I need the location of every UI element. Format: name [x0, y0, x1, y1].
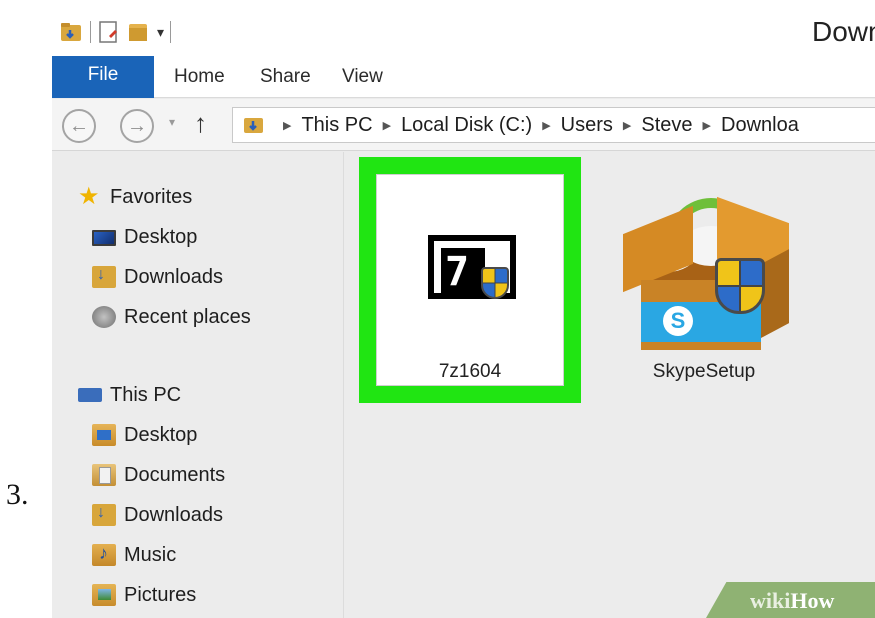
address-bar[interactable]: ▶ This PC ▶ Local Disk (C:) ▶ Users ▶ St… — [232, 107, 875, 143]
sidebar-item-pc-desktop[interactable]: Desktop — [92, 420, 197, 450]
downloads-folder-icon — [244, 118, 263, 133]
wikihow-logo: wikiHow — [750, 588, 834, 614]
7zip-logo-glyph: 7 — [441, 248, 485, 296]
pictures-folder-icon — [92, 584, 116, 606]
breadcrumb-steve[interactable]: Steve — [641, 114, 692, 137]
computer-icon — [78, 388, 102, 402]
forward-arrow-icon: → — [127, 114, 147, 137]
tab-share[interactable]: Share — [260, 56, 311, 98]
box-side-panel — [761, 249, 789, 338]
breadcrumb-users[interactable]: Users — [561, 114, 613, 137]
folder-icon[interactable] — [60, 21, 84, 43]
desktop-icon — [92, 230, 116, 246]
breadcrumb-chevron-icon: ▶ — [542, 119, 551, 132]
breadcrumb: ▶ This PC ▶ Local Disk (C:) ▶ Users ▶ St… — [243, 108, 799, 142]
recent-locations-chevron-icon[interactable]: ▾ — [169, 115, 175, 129]
file-explorer-window: ▾ Down File Home Share View ← → ▾ ↑ ▶ T — [52, 8, 875, 618]
watermark-how: How — [790, 588, 835, 613]
documents-folder-icon — [92, 464, 116, 486]
sidebar-item-favorites[interactable]: ★ Favorites — [78, 182, 192, 212]
title-bar: ▾ Down — [52, 8, 875, 56]
tab-file[interactable]: File — [52, 56, 154, 98]
toolbar-divider — [170, 21, 172, 43]
sidebar-item-label: Downloads — [124, 503, 223, 526]
sidebar-item-favorites-downloads[interactable]: Downloads — [92, 262, 223, 292]
7zip-installer-icon: 7 — [428, 235, 516, 303]
downloads-folder-icon — [92, 266, 116, 288]
window-title: Down — [812, 16, 875, 47]
properties-icon[interactable] — [97, 20, 121, 44]
sidebar-item-label: Pictures — [124, 583, 197, 606]
navigation-pane: ★ Favorites Desktop Downloads Recent pla… — [52, 152, 344, 618]
wikihow-watermark: wikiHow — [706, 582, 875, 618]
forward-button[interactable]: → — [120, 109, 154, 143]
ribbon-tabs: File Home Share View — [52, 56, 875, 98]
sidebar-item-label: This PC — [110, 383, 182, 406]
music-folder-icon — [92, 543, 116, 566]
quick-access-toolbar: ▾ — [60, 20, 172, 44]
uac-shield-icon — [481, 267, 509, 299]
sidebar-item-recent-places[interactable]: Recent places — [92, 302, 251, 332]
sidebar-item-label: Recent places — [124, 305, 251, 328]
sidebar-item-pictures[interactable]: Pictures — [92, 580, 196, 610]
step-number: 3. — [6, 478, 29, 511]
watermark-wiki: wiki — [750, 588, 791, 613]
sidebar-item-label: Favorites — [110, 185, 193, 208]
skype-installer-icon[interactable]: S — [609, 182, 799, 357]
sidebar-item-documents[interactable]: Documents — [92, 460, 225, 490]
tab-home[interactable]: Home — [174, 56, 225, 98]
sidebar-item-label: Desktop — [124, 423, 198, 446]
sidebar-item-music[interactable]: Music — [92, 540, 176, 570]
sidebar-item-label: Documents — [124, 463, 226, 486]
breadcrumb-this-pc[interactable]: This PC — [301, 114, 372, 137]
back-arrow-icon: ← — [69, 114, 89, 137]
sidebar-item-label: Desktop — [124, 225, 198, 248]
breadcrumb-chevron-icon: ▶ — [283, 119, 292, 132]
breadcrumb-chevron-icon: ▶ — [622, 119, 632, 132]
file-name-label: SkypeSetup — [652, 361, 756, 382]
sidebar-item-favorites-desktop[interactable]: Desktop — [92, 222, 197, 252]
sidebar-item-this-pc[interactable]: This PC — [78, 380, 181, 410]
navigation-bar: ← → ▾ ↑ ▶ This PC ▶ Local Disk (C:) ▶ Us… — [52, 99, 875, 151]
desktop-folder-icon — [92, 424, 116, 446]
file-name-label: 7z1604 — [438, 361, 502, 382]
uac-shield-icon — [715, 258, 765, 314]
back-button[interactable]: ← — [62, 109, 96, 143]
breadcrumb-chevron-icon: ▶ — [702, 119, 711, 132]
breadcrumb-chevron-icon: ▶ — [382, 119, 392, 132]
skype-logo-icon: S — [663, 306, 693, 336]
downloads-folder-icon — [92, 504, 116, 526]
sidebar-item-pc-downloads[interactable]: Downloads — [92, 500, 223, 530]
breadcrumb-local-disk[interactable]: Local Disk (C:) — [401, 114, 532, 137]
file-list: 7 7z1604 S SkypeSetup — [345, 152, 875, 618]
star-icon: ★ — [78, 183, 100, 210]
toolbar-divider — [90, 21, 91, 43]
up-arrow-icon[interactable]: ↑ — [194, 108, 207, 139]
file-item-7z1604[interactable]: 7 — [376, 174, 564, 386]
customize-toolbar-chevron-icon[interactable]: ▾ — [157, 24, 164, 41]
breadcrumb-downloads[interactable]: Downloa — [721, 114, 799, 137]
sidebar-item-label: Downloads — [124, 265, 223, 288]
recent-places-icon — [92, 306, 116, 328]
tab-view[interactable]: View — [342, 56, 383, 98]
sidebar-item-label: Music — [124, 543, 177, 566]
new-folder-icon[interactable] — [127, 21, 151, 43]
